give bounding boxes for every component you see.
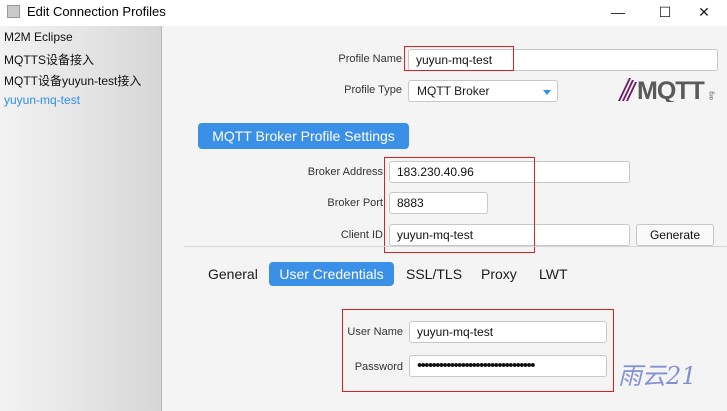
logo-text: MQTT <box>637 77 705 102</box>
window-title: Edit Connection Profiles <box>27 4 166 19</box>
close-button[interactable]: ✕ <box>681 0 727 26</box>
app-icon <box>7 5 20 18</box>
broker-settings-heading: MQTT Broker Profile Settings <box>198 123 409 149</box>
user-name-input[interactable]: yuyun-mq-test <box>409 321 607 343</box>
profile-list: M2M Eclipse MQTTS设备接入 MQTT设备yuyun-test接入… <box>0 26 162 411</box>
profile-list-item[interactable]: M2M Eclipse <box>4 30 73 44</box>
client-id-label: Client ID <box>340 229 383 241</box>
user-name-label: User Name <box>347 326 403 338</box>
chevron-down-icon <box>543 90 551 95</box>
mqtt-logo: MQTT org <box>618 77 715 102</box>
divider <box>184 246 727 247</box>
highlight-box <box>384 157 535 253</box>
generate-button[interactable]: Generate <box>636 224 714 246</box>
logo-small-text: org <box>709 91 715 100</box>
tab-proxy[interactable]: Proxy <box>481 262 517 286</box>
profile-type-select[interactable]: MQTT Broker <box>408 80 558 102</box>
tab-general[interactable]: General <box>208 262 258 286</box>
watermark: 雨云21 <box>618 362 697 390</box>
tab-lwt[interactable]: LWT <box>539 262 568 286</box>
password-input[interactable]: •••••••••••••••••••••••••••••••• <box>409 355 607 377</box>
tab-ssl-tls[interactable]: SSL/TLS <box>406 262 462 286</box>
minimize-button[interactable]: — <box>595 0 641 26</box>
highlight-box <box>404 46 514 71</box>
profile-type-label: Profile Type <box>344 84 402 96</box>
broker-address-label: Broker Address <box>307 166 383 178</box>
profile-list-item[interactable]: MQTTS设备接入 <box>4 51 94 68</box>
profile-list-item-selected[interactable]: yuyun-mq-test <box>4 93 80 107</box>
profile-list-item[interactable]: MQTT设备yuyun-test接入 <box>4 72 141 89</box>
profile-name-label: Profile Name <box>338 53 402 65</box>
profile-type-value: MQTT Broker <box>417 84 490 98</box>
tab-user-credentials[interactable]: User Credentials <box>269 262 394 286</box>
password-label: Password <box>354 361 403 373</box>
title-bar: Edit Connection Profiles — ☐ ✕ <box>0 0 727 26</box>
broker-port-label: Broker Port <box>327 197 383 209</box>
